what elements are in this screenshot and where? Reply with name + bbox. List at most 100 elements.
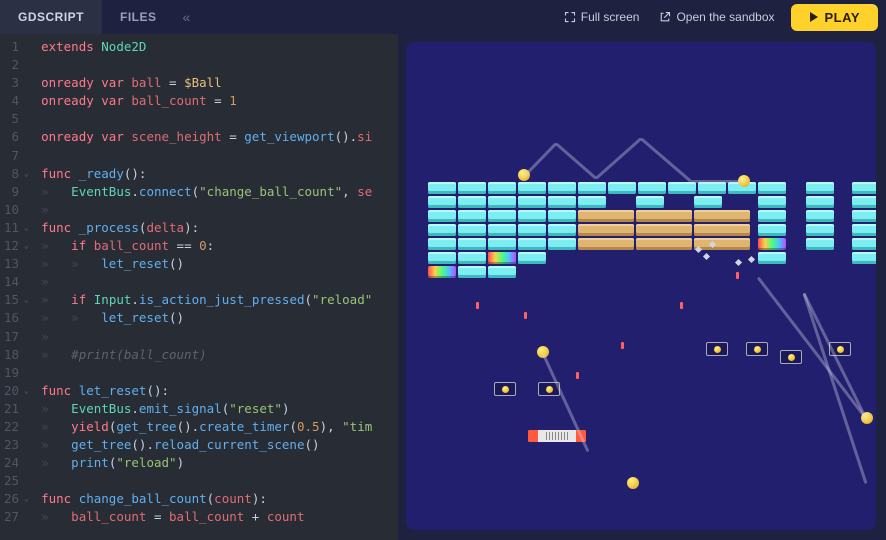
code-line[interactable] bbox=[41, 110, 372, 128]
brick-cyan bbox=[518, 252, 546, 264]
brick-cyan bbox=[548, 238, 576, 250]
line-number: 19 bbox=[4, 364, 29, 382]
code-line[interactable]: » print("reload") bbox=[41, 454, 372, 472]
code-line[interactable]: func _process(delta): bbox=[41, 219, 372, 237]
code-line[interactable] bbox=[41, 56, 372, 74]
brick-cyan bbox=[518, 224, 546, 236]
brick-wood bbox=[694, 210, 750, 222]
line-number: 4 bbox=[4, 92, 29, 110]
brick-cyan bbox=[852, 252, 876, 264]
brick-rainbow bbox=[428, 266, 456, 278]
game-preview-panel bbox=[398, 34, 886, 540]
tab-files[interactable]: FILES bbox=[102, 0, 175, 34]
tab-gdscript[interactable]: GDSCRIPT bbox=[0, 0, 102, 34]
external-link-icon bbox=[659, 11, 671, 23]
brick-cyan bbox=[758, 196, 786, 208]
brick-cyan bbox=[758, 252, 786, 264]
line-number: 26⌄ bbox=[4, 490, 29, 508]
main: 12345678⌄91011⌄12⌄131415⌄1617181920⌄2122… bbox=[0, 34, 886, 540]
brick-cyan bbox=[428, 252, 456, 264]
line-number: 12⌄ bbox=[4, 237, 29, 255]
code-line[interactable]: extends Node2D bbox=[41, 38, 372, 56]
brick-cyan bbox=[518, 182, 546, 194]
play-label: PLAY bbox=[825, 10, 860, 25]
brick-cyan bbox=[578, 196, 606, 208]
code-line[interactable]: » if ball_count == 0: bbox=[41, 237, 372, 255]
code-line[interactable]: » bbox=[41, 328, 372, 346]
brick-cyan bbox=[806, 224, 834, 236]
brick-cyan bbox=[668, 182, 696, 194]
code-line[interactable]: » ball_count = ball_count + count bbox=[41, 508, 372, 526]
brick-cyan bbox=[638, 182, 666, 194]
code-line[interactable]: » bbox=[41, 273, 372, 291]
brick-cyan bbox=[636, 196, 664, 208]
brick-cyan bbox=[428, 238, 456, 250]
code-line[interactable]: onready var ball_count = 1 bbox=[41, 92, 372, 110]
code-area[interactable]: extends Node2Donready var ball = $Ballon… bbox=[35, 34, 372, 540]
brick-cyan bbox=[758, 210, 786, 222]
brick-cyan bbox=[488, 210, 516, 222]
ball-trail bbox=[640, 137, 692, 182]
code-line[interactable]: onready var scene_height = get_viewport(… bbox=[41, 128, 372, 146]
brick-cyan bbox=[518, 210, 546, 222]
line-number: 15⌄ bbox=[4, 291, 29, 309]
line-number: 5 bbox=[4, 110, 29, 128]
code-line[interactable]: » » let_reset() bbox=[41, 255, 372, 273]
brick-cyan bbox=[852, 182, 876, 194]
brick-wood bbox=[636, 238, 692, 250]
code-line[interactable]: » if Input.is_action_just_pressed("reloa… bbox=[41, 291, 372, 309]
debris bbox=[703, 253, 710, 260]
code-line[interactable]: » #print(ball_count) bbox=[41, 346, 372, 364]
code-line[interactable]: onready var ball = $Ball bbox=[41, 74, 372, 92]
code-line[interactable] bbox=[41, 364, 372, 382]
line-number: 27 bbox=[4, 508, 29, 526]
brick-cyan bbox=[806, 196, 834, 208]
line-number: 7 bbox=[4, 147, 29, 165]
code-line[interactable]: » get_tree().reload_current_scene() bbox=[41, 436, 372, 454]
code-line[interactable] bbox=[41, 472, 372, 490]
code-line[interactable]: func _ready(): bbox=[41, 165, 372, 183]
brick-wood bbox=[578, 238, 634, 250]
ball-trail bbox=[555, 142, 597, 179]
code-line[interactable]: » bbox=[41, 201, 372, 219]
line-number: 3 bbox=[4, 74, 29, 92]
line-number: 11⌄ bbox=[4, 219, 29, 237]
line-number: 10 bbox=[4, 201, 29, 219]
line-number: 17 bbox=[4, 328, 29, 346]
code-line[interactable]: » yield(get_tree().create_timer(0.5), "t… bbox=[41, 418, 372, 436]
brick-cyan bbox=[548, 182, 576, 194]
line-number: 21 bbox=[4, 400, 29, 418]
bullet bbox=[476, 302, 479, 309]
code-line[interactable]: » » let_reset() bbox=[41, 309, 372, 327]
line-number: 2 bbox=[4, 56, 29, 74]
ball-trail bbox=[691, 180, 744, 183]
bullet bbox=[621, 342, 624, 349]
open-sandbox-button[interactable]: Open the sandbox bbox=[649, 10, 784, 24]
brick-cyan bbox=[488, 196, 516, 208]
brick-cyan bbox=[578, 182, 606, 194]
line-number: 16 bbox=[4, 309, 29, 327]
code-line[interactable]: » EventBus.emit_signal("reset") bbox=[41, 400, 372, 418]
play-button[interactable]: PLAY bbox=[791, 4, 878, 31]
brick-cyan bbox=[458, 196, 486, 208]
bullet bbox=[576, 372, 579, 379]
ball-pickup bbox=[746, 342, 768, 356]
code-line[interactable]: func let_reset(): bbox=[41, 382, 372, 400]
code-line[interactable]: func change_ball_count(count): bbox=[41, 490, 372, 508]
bullet bbox=[524, 312, 527, 319]
brick-cyan bbox=[458, 238, 486, 250]
line-number: 22 bbox=[4, 418, 29, 436]
line-gutter: 12345678⌄91011⌄12⌄131415⌄1617181920⌄2122… bbox=[0, 34, 35, 540]
brick-wood bbox=[636, 210, 692, 222]
code-line[interactable]: » EventBus.connect("change_ball_count", … bbox=[41, 183, 372, 201]
line-number: 23 bbox=[4, 436, 29, 454]
brick-wood bbox=[694, 224, 750, 236]
game-canvas[interactable] bbox=[406, 42, 876, 530]
collapse-panel-icon[interactable]: « bbox=[175, 9, 199, 25]
brick-cyan bbox=[458, 224, 486, 236]
brick-cyan bbox=[458, 266, 486, 278]
brick-cyan bbox=[488, 266, 516, 278]
fullscreen-button[interactable]: Full screen bbox=[554, 10, 650, 24]
code-line[interactable] bbox=[41, 147, 372, 165]
code-editor[interactable]: 12345678⌄91011⌄12⌄131415⌄1617181920⌄2122… bbox=[0, 34, 398, 540]
